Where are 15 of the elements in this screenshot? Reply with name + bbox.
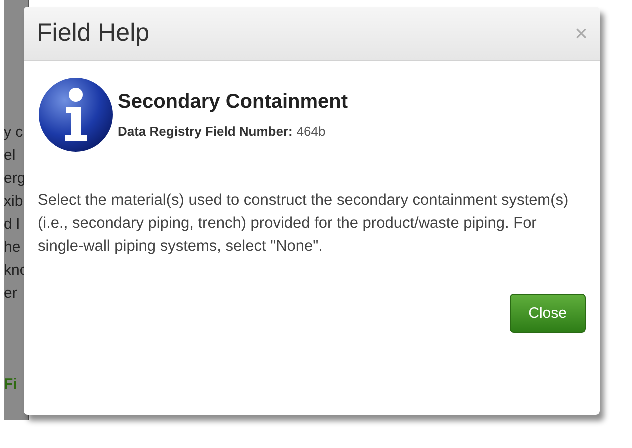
dialog-title: Field Help bbox=[37, 19, 150, 48]
close-button[interactable]: × bbox=[571, 20, 592, 46]
field-number-label: Data Registry Field Number: bbox=[118, 124, 293, 139]
help-heading: Secondary Containment bbox=[118, 91, 348, 114]
close-button[interactable]: Close bbox=[510, 294, 586, 333]
page-text-fragment: y c bbox=[4, 124, 24, 141]
info-icon bbox=[38, 77, 114, 153]
help-description: Select the material(s) used to construct the secondary containment system(s) (i.e., secondary piping, trench) provided for the product/waste piping. For single-wall piping systems, select "None". bbox=[38, 191, 570, 257]
page-text-fragment: xib bbox=[4, 193, 24, 210]
page-text-fragment: d l bbox=[4, 216, 20, 233]
page-text-fragment: el bbox=[4, 147, 16, 164]
page-text-fragment: he bbox=[4, 239, 21, 256]
field-number: 464b bbox=[296, 124, 326, 139]
page-text-fragment: Fi bbox=[4, 376, 18, 393]
page-text-fragment: er bbox=[4, 285, 18, 302]
